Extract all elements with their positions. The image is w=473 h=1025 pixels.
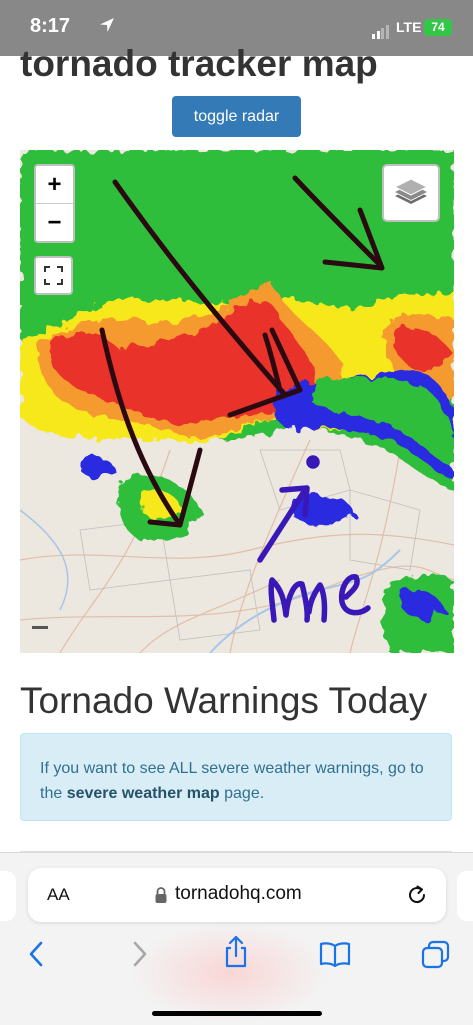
- battery-level: 74: [424, 19, 452, 36]
- url-text[interactable]: tornadohq.com: [175, 883, 302, 905]
- reload-icon[interactable]: [405, 883, 429, 907]
- radar-map[interactable]: + −: [20, 150, 454, 653]
- map-scale: [32, 626, 48, 629]
- address-bar[interactable]: AA tornadohq.com: [28, 868, 446, 922]
- zoom-out-button[interactable]: −: [36, 204, 73, 241]
- radar-overlay: [20, 150, 454, 653]
- severe-weather-map-link[interactable]: severe weather map: [67, 785, 220, 802]
- zoom-control: + −: [34, 164, 75, 243]
- signal-strength-icon: [372, 21, 390, 39]
- text-size-button[interactable]: AA: [47, 885, 70, 905]
- page-title: tornado tracker map: [20, 43, 378, 84]
- fullscreen-icon: [44, 266, 63, 285]
- warnings-heading: Tornado Warnings Today: [20, 680, 428, 721]
- home-indicator: [152, 1011, 322, 1016]
- share-icon[interactable]: [222, 935, 250, 969]
- forward-icon[interactable]: [126, 939, 152, 969]
- back-icon[interactable]: [24, 939, 50, 969]
- bookmarks-icon[interactable]: [318, 939, 352, 969]
- network-type: LTE: [396, 19, 422, 35]
- alert-text-end: page.: [219, 785, 265, 802]
- zoom-in-button[interactable]: +: [36, 166, 73, 204]
- layers-icon: [393, 178, 429, 204]
- tabs-icon[interactable]: [420, 939, 452, 971]
- location-arrow-icon: [100, 18, 114, 32]
- status-time: 8:17: [30, 15, 71, 37]
- layers-button[interactable]: [382, 164, 440, 222]
- next-tab-edge[interactable]: [457, 871, 473, 921]
- toggle-radar-button[interactable]: toggle radar: [172, 96, 301, 137]
- fullscreen-button[interactable]: [34, 256, 73, 295]
- lock-icon: [155, 887, 167, 903]
- browser-toolbar: AA tornadohq.com: [0, 852, 473, 1025]
- previous-tab-edge[interactable]: [0, 871, 16, 921]
- info-alert: If you want to see ALL severe weather wa…: [20, 733, 452, 821]
